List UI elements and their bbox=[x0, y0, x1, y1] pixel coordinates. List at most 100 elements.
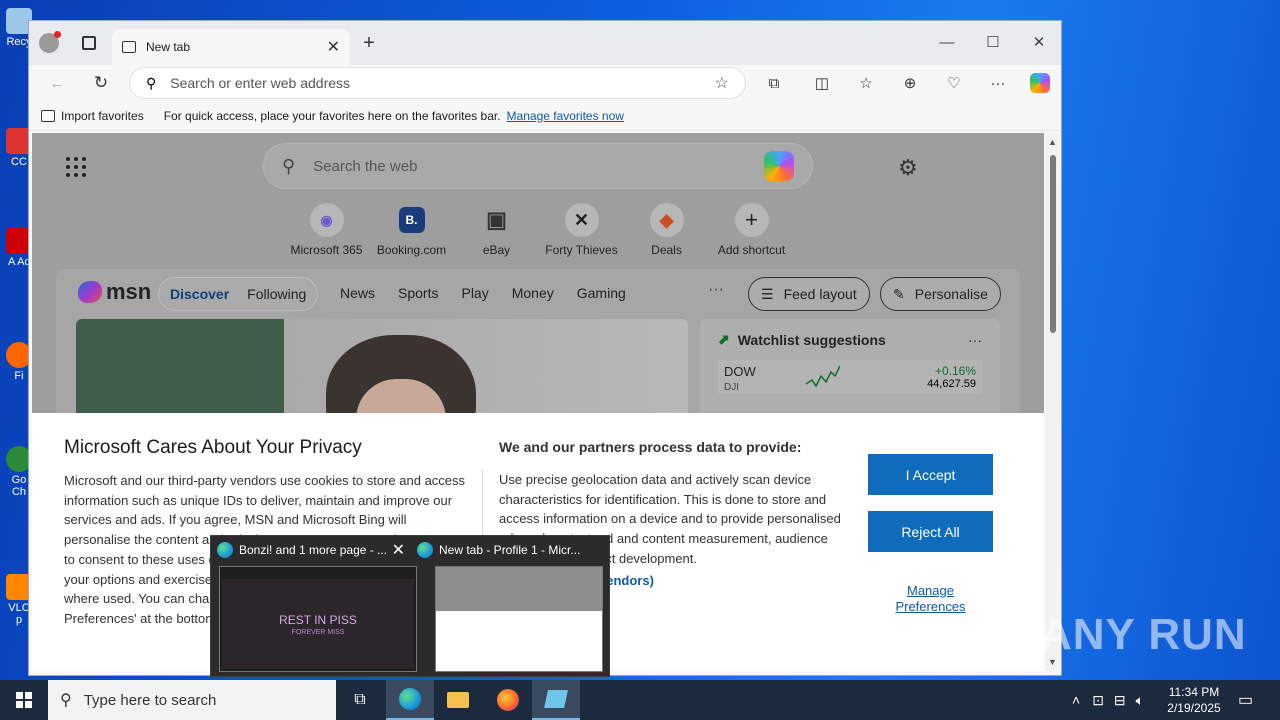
app-launcher-icon[interactable] bbox=[66, 157, 86, 177]
desktop-icon-label: VLC p bbox=[8, 602, 30, 626]
import-icon bbox=[41, 109, 55, 122]
puzzle-icon: ⧉ bbox=[768, 74, 780, 92]
shortcut-label: Microsoft 365 bbox=[290, 243, 363, 257]
show-hidden-icons-icon[interactable]: ˄ bbox=[1072, 692, 1080, 708]
sparkline-chart bbox=[805, 365, 840, 388]
shortcut-microsoft-365[interactable]: ◉ Microsoft 365 bbox=[284, 203, 369, 257]
page-scrollbar[interactable]: ▲ ▼ bbox=[1046, 133, 1060, 671]
clock[interactable]: 11:34 PM 2/19/2025 bbox=[1166, 684, 1222, 716]
back-button[interactable]: ← bbox=[47, 73, 67, 93]
new-tab-icon bbox=[122, 41, 136, 53]
nav-sports[interactable]: Sports bbox=[398, 285, 438, 301]
feed-layout-button[interactable]: ☰ Feed layout bbox=[748, 277, 870, 311]
action-center-button[interactable]: ▭ bbox=[1238, 680, 1253, 720]
feed-toggle: Discover Following bbox=[158, 277, 318, 311]
manage-preferences-link[interactable]: Manage Preferences bbox=[878, 583, 983, 615]
taskbar-file-explorer[interactable] bbox=[434, 680, 482, 720]
page-settings-gear-icon[interactable]: ⚙ bbox=[898, 155, 918, 181]
manage-favorites-link[interactable]: Manage favorites now bbox=[507, 109, 624, 123]
extensions-button[interactable]: ⧉ bbox=[764, 73, 784, 93]
browser-essentials-button[interactable]: ♡ bbox=[944, 73, 964, 93]
web-search-box[interactable]: ⚲ Search the web bbox=[263, 143, 813, 189]
meet-now-icon[interactable]: ⊡ bbox=[1092, 692, 1104, 709]
favorite-star-icon[interactable]: ☆ bbox=[715, 73, 729, 93]
network-icon[interactable]: ⊟ bbox=[1114, 692, 1126, 709]
split-screen-icon: ◫ bbox=[814, 75, 830, 92]
preview-subline: FOREVER MISS bbox=[291, 629, 345, 636]
reject-all-button[interactable]: Reject All bbox=[868, 511, 993, 552]
msn-more-icon[interactable]: ··· bbox=[708, 281, 724, 299]
clock-time: 11:34 PM bbox=[1168, 685, 1220, 699]
nav-gaming[interactable]: Gaming bbox=[577, 285, 626, 301]
task-view-button[interactable]: ⧉ bbox=[336, 680, 384, 720]
collections-button[interactable]: ⊕ bbox=[900, 73, 920, 93]
nav-money[interactable]: Money bbox=[512, 285, 554, 301]
nav-news[interactable]: News bbox=[340, 285, 375, 301]
close-tab-icon[interactable]: ✕ bbox=[327, 37, 340, 57]
edge-icon bbox=[417, 542, 433, 558]
thumbnail-preview: REST IN PISS FOREVER MISS bbox=[219, 566, 417, 672]
import-favorites-button[interactable]: Import favorites bbox=[41, 109, 144, 123]
scroll-up-icon[interactable]: ▲ bbox=[1048, 137, 1057, 147]
nav-play[interactable]: Play bbox=[461, 285, 488, 301]
desktop-icon-label: CC bbox=[11, 156, 27, 168]
copilot-button[interactable] bbox=[1030, 73, 1050, 93]
refresh-button[interactable]: ↻ bbox=[91, 73, 111, 93]
msn-nav: News Sports Play Money Gaming bbox=[340, 285, 649, 301]
start-button[interactable] bbox=[0, 680, 48, 720]
address-bar[interactable]: ⚲ Search or enter web address ☆ bbox=[129, 67, 746, 99]
trend-up-icon: ⬈ bbox=[718, 331, 730, 347]
tab-new-tab[interactable]: New tab ✕ bbox=[112, 29, 350, 65]
profile-button[interactable] bbox=[39, 31, 61, 53]
accept-button[interactable]: I Accept bbox=[868, 454, 993, 495]
m365-icon: ◉ bbox=[309, 203, 344, 237]
shortcut-ebay[interactable]: ▣ eBay bbox=[454, 203, 539, 257]
tab-actions-button[interactable] bbox=[79, 33, 99, 53]
ticker-exchange: DJI bbox=[724, 382, 739, 393]
plus-icon: + bbox=[363, 31, 375, 54]
tab-actions-icon bbox=[82, 36, 96, 50]
favorites-icon: ☆ bbox=[859, 75, 873, 92]
personalise-label: Personalise bbox=[914, 286, 988, 302]
task-view-icon: ⧉ bbox=[354, 691, 366, 708]
split-screen-button[interactable]: ◫ bbox=[812, 73, 832, 93]
new-tab-button[interactable]: + bbox=[359, 31, 379, 54]
personalise-button[interactable]: ✎ Personalise bbox=[880, 277, 1001, 311]
taskbar-search-placeholder: Type here to search bbox=[83, 691, 217, 709]
volume-icon[interactable]: 🔈︎ bbox=[1136, 692, 1144, 709]
folder-icon bbox=[447, 692, 469, 708]
tab-following[interactable]: Following bbox=[240, 286, 313, 302]
msn-butterfly-icon bbox=[78, 281, 102, 303]
minimize-button[interactable]: — bbox=[924, 27, 970, 57]
shortcut-forty-thieves[interactable]: ✕ Forty Thieves bbox=[539, 203, 624, 257]
taskbar-firefox[interactable] bbox=[484, 680, 532, 720]
favorites-button[interactable]: ☆ bbox=[856, 73, 876, 93]
taskbar-edge[interactable] bbox=[386, 680, 434, 720]
thumbnail-bonzi[interactable]: Bonzi! and 1 more page - ... ✕ REST IN P… bbox=[211, 536, 417, 678]
thumbnail-title-text: New tab - Profile 1 - Micr... bbox=[439, 543, 581, 557]
watchlist-row[interactable]: DOW DJI +0.16% 44,627.59 bbox=[718, 360, 982, 394]
shortcut-booking[interactable]: B. Booking.com bbox=[369, 203, 454, 257]
desktop-icon-label: Fi bbox=[14, 370, 24, 382]
watchlist-more-icon[interactable]: ··· bbox=[968, 332, 982, 348]
firefox-icon bbox=[497, 689, 519, 711]
taskbar-search-box[interactable]: ⚲ Type here to search bbox=[48, 680, 336, 720]
close-window-button[interactable]: ✕ bbox=[1016, 27, 1061, 57]
edge-icon bbox=[217, 542, 233, 558]
ebay-icon: ▣ bbox=[486, 207, 507, 232]
thumbnail-title: Bonzi! and 1 more page - ... bbox=[217, 542, 407, 558]
close-thumbnail-icon[interactable]: ✕ bbox=[392, 540, 405, 560]
shortcut-add[interactable]: + Add shortcut bbox=[709, 203, 794, 257]
shortcut-deals[interactable]: ◆ Deals bbox=[624, 203, 709, 257]
taskbar-app-4[interactable] bbox=[532, 680, 580, 720]
copilot-icon[interactable] bbox=[764, 151, 794, 181]
scrollbar-thumb[interactable] bbox=[1050, 155, 1056, 333]
settings-more-button[interactable]: ··· bbox=[988, 73, 1008, 93]
msn-logo[interactable]: msn bbox=[78, 279, 151, 305]
tab-discover[interactable]: Discover bbox=[159, 286, 240, 302]
hero-news-card[interactable] bbox=[76, 319, 688, 415]
system-tray: ˄ ⊡ ⊟ 🔈︎ bbox=[1072, 680, 1144, 720]
maximize-button[interactable]: ☐ bbox=[970, 27, 1016, 57]
shortcut-label: Deals bbox=[651, 243, 682, 257]
notepad-icon bbox=[544, 690, 568, 708]
